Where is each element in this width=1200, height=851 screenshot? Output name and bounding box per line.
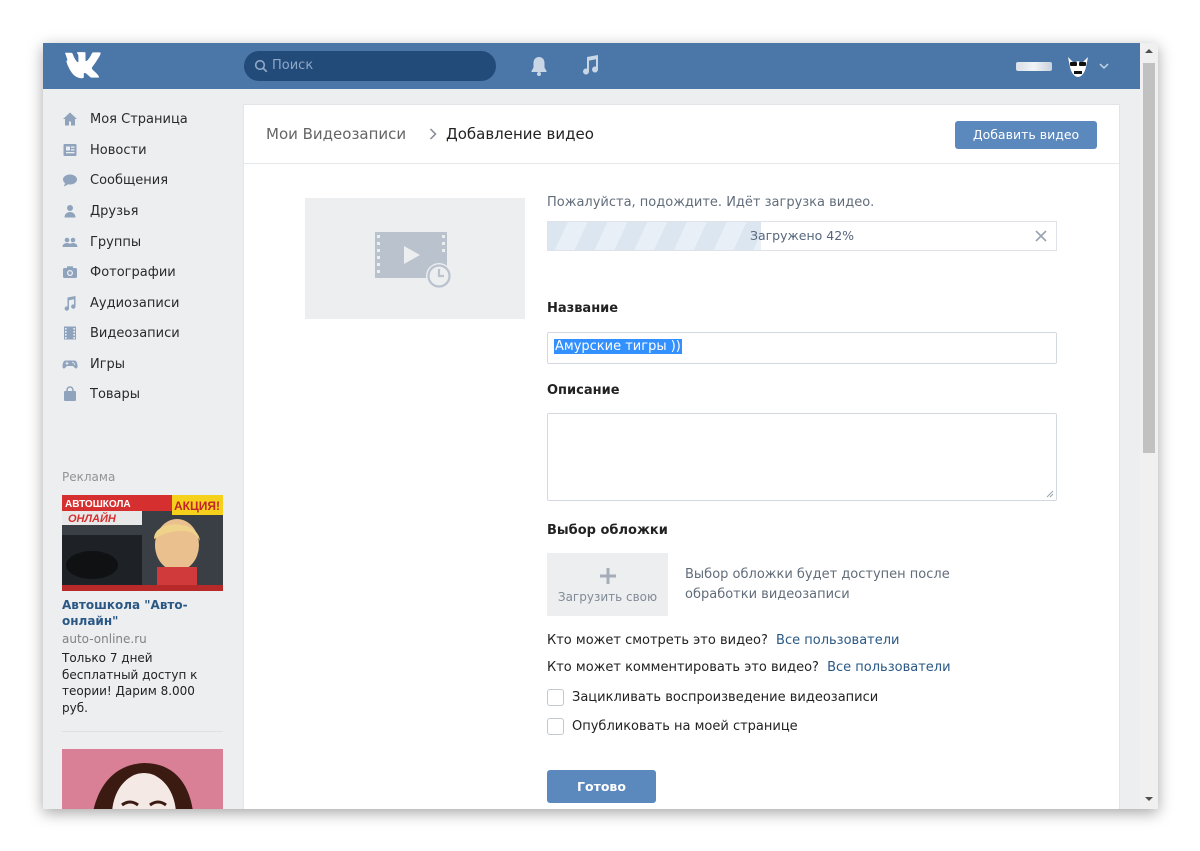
ad-title[interactable]: Автошкола "Авто-онлайн" (62, 597, 222, 629)
comment-privacy-link[interactable]: Все пользователи (827, 660, 950, 675)
cover-label: Выбор обложки (547, 523, 668, 538)
home-icon (61, 110, 79, 128)
upload-status-text: Пожалуйста, подождите. Идёт загрузка вид… (547, 195, 875, 210)
video-title-value: Амурские тигры )) (554, 339, 682, 354)
sidebar-item-label: Моя Страница (90, 111, 188, 127)
messages-icon (61, 171, 79, 189)
cover-note: Выбор обложки будет доступен после обраб… (685, 567, 950, 602)
avatar-image (1062, 49, 1094, 81)
top-header: Поиск (43, 43, 1140, 89)
resize-grip-icon[interactable] (1046, 490, 1054, 498)
loop-checkbox-label[interactable]: Зацикливать воспроизведение видеозаписи (572, 690, 878, 705)
avatar[interactable] (1062, 49, 1094, 81)
sidebar-item-label: Друзья (90, 203, 139, 219)
ad-label: Реклама (62, 470, 116, 484)
ad-banner[interactable]: АВТОШКОЛА ОНЛАЙН АКЦИЯ! (62, 495, 223, 591)
sidebar-item-label: Аудиозаписи (90, 295, 180, 311)
sidebar-item-label: Сообщения (90, 172, 169, 188)
publish-checkbox-row[interactable]: Опубликовать на моей странице (547, 718, 798, 735)
sidebar-item-label: Игры (90, 356, 126, 372)
music-note-icon (61, 294, 79, 312)
sidebar-item-label: Видеозаписи (90, 325, 180, 341)
video-description-textarea[interactable] (547, 413, 1057, 501)
ad-divider (62, 731, 223, 732)
sidebar-item-goods[interactable]: Товары (61, 381, 221, 407)
news-icon (61, 141, 79, 159)
ad-banner-text-2: ОНЛАЙН (68, 512, 117, 525)
shopping-bag-icon (61, 385, 79, 403)
page-title: Добавление видео (446, 125, 594, 143)
ad-banner-text-1: АВТОШКОЛА (65, 499, 131, 510)
ad-banner-image: АВТОШКОЛА ОНЛАЙН АКЦИЯ! (62, 495, 223, 591)
browser-window: Поиск Моя Страница Новости Сообщения Дру… (43, 43, 1158, 809)
sidebar-item-groups[interactable]: Группы (61, 229, 221, 255)
description-label: Описание (547, 383, 620, 398)
video-title-input[interactable]: Амурские тигры )) (547, 332, 1057, 364)
sidebar-item-news[interactable]: Новости (61, 137, 221, 163)
view-privacy-row: Кто может смотреть это видео? Все пользо… (547, 633, 900, 648)
search-placeholder: Поиск (272, 58, 314, 73)
sidebar-item-messages[interactable]: Сообщения (61, 167, 221, 193)
sidebar-item-audio[interactable]: Аудиозаписи (61, 290, 221, 316)
plus-icon (599, 568, 616, 584)
search-input[interactable]: Поиск (244, 51, 496, 81)
bell-icon[interactable] (529, 55, 549, 77)
view-privacy-question: Кто может смотреть это видео? (547, 633, 768, 648)
gamepad-icon (61, 355, 79, 373)
ad-banner-2[interactable] (62, 749, 223, 809)
ad-banner-text-3: АКЦИЯ! (174, 499, 220, 513)
sidebar-item-label: Фотографии (90, 264, 176, 280)
film-icon (61, 324, 79, 342)
sidebar-item-label: Товары (90, 386, 141, 402)
groups-icon (61, 233, 79, 251)
chevron-down-icon[interactable] (1099, 62, 1109, 70)
camera-icon (61, 263, 79, 281)
music-player-icon[interactable] (580, 54, 600, 76)
sidebar-item-friends[interactable]: Друзья (61, 198, 221, 224)
left-sidebar: Моя Страница Новости Сообщения Друзья Гр… (43, 89, 243, 809)
done-button[interactable]: Готово (547, 770, 656, 803)
publish-checkbox[interactable] (547, 718, 564, 735)
sidebar-item-label: Группы (90, 234, 142, 250)
video-upload-panel: Мои Видеозаписи Добавление видео Добавит… (244, 105, 1119, 809)
upload-progress-text: Загружено 42% (749, 228, 855, 243)
ad-domain[interactable]: auto-online.ru (62, 632, 147, 646)
panel-header: Мои Видеозаписи Добавление видео Добавит… (244, 105, 1119, 164)
upload-cover-label: Загрузить свою (557, 590, 658, 604)
video-processing-icon (375, 232, 452, 289)
scroll-down-icon[interactable] (1144, 795, 1154, 803)
loop-checkbox[interactable] (547, 689, 564, 706)
sidebar-item-games[interactable]: Игры (61, 351, 221, 377)
publish-checkbox-label[interactable]: Опубликовать на моей странице (572, 719, 798, 734)
scroll-up-icon[interactable] (1144, 47, 1154, 55)
sidebar-item-label: Новости (90, 142, 147, 158)
friends-icon (61, 202, 79, 220)
sidebar-item-videos[interactable]: Видеозаписи (61, 320, 221, 346)
comment-privacy-question: Кто может комментировать это видео? (547, 660, 819, 675)
user-name-blurred[interactable] (1016, 62, 1052, 71)
search-icon (254, 59, 268, 73)
comment-privacy-row: Кто может комментировать это видео? Все … (547, 660, 951, 675)
video-preview-placeholder (305, 198, 525, 319)
close-icon[interactable] (1034, 229, 1048, 243)
scroll-thumb[interactable] (1143, 63, 1155, 453)
loop-checkbox-row[interactable]: Зацикливать воспроизведение видеозаписи (547, 689, 878, 706)
view-privacy-link[interactable]: Все пользователи (776, 633, 899, 648)
sidebar-item-my-page[interactable]: Моя Страница (61, 106, 221, 132)
add-video-button[interactable]: Добавить видео (955, 121, 1097, 149)
upload-cover-button[interactable]: Загрузить свою (547, 553, 668, 616)
breadcrumb-my-videos[interactable]: Мои Видеозаписи (266, 125, 406, 143)
ad-banner-2-image (62, 749, 223, 809)
page-scrollbar[interactable] (1140, 43, 1158, 809)
title-label: Название (547, 301, 619, 316)
vk-logo-icon[interactable] (63, 51, 103, 79)
ad-text[interactable]: Только 7 дней бесплатный доступ к теории… (62, 650, 222, 716)
chevron-right-icon (429, 128, 437, 140)
upload-progress-bar: Загружено 42% (547, 221, 1057, 251)
sidebar-item-photos[interactable]: Фотографии (61, 259, 221, 285)
